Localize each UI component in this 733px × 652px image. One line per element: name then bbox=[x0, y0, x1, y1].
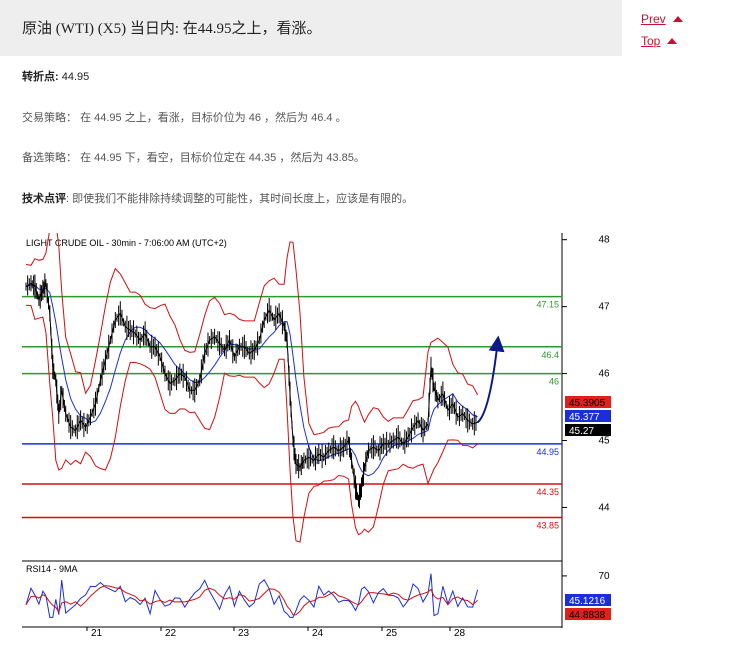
pivot-label: 转折点: bbox=[22, 71, 59, 83]
rsi-title: RSI14 - 9MA bbox=[26, 564, 78, 574]
y-tick-label: 46 bbox=[598, 369, 610, 380]
comment-text: : 即使我们不能排除持续调整的可能性，其时间长度上，应该是有限的。 bbox=[66, 193, 414, 205]
rsi-ma-line bbox=[25, 585, 478, 616]
chart-title: LIGHT CRUDE OIL - 30min - 7:06:00 AM (UT… bbox=[26, 238, 227, 248]
pivot-line: 转折点: 44.95 bbox=[22, 68, 89, 84]
level-label: 47.15 bbox=[536, 300, 559, 310]
x-tick-label: 25 bbox=[386, 628, 398, 638]
y-tick-label: 47 bbox=[598, 302, 610, 313]
rsi-label-text: 44.8838 bbox=[569, 610, 606, 621]
triangle-up-icon bbox=[672, 16, 683, 22]
x-tick-label: 23 bbox=[238, 628, 250, 638]
x-tick-label: 21 bbox=[91, 628, 103, 638]
x-tick-label: 24 bbox=[312, 628, 324, 638]
level-label: 44.35 bbox=[536, 487, 559, 497]
pivot-value: 44.95 bbox=[61, 71, 90, 83]
level-label: 43.85 bbox=[536, 520, 559, 530]
prev-label[interactable]: Prev bbox=[641, 12, 666, 26]
chart-svg: LIGHT CRUDE OIL - 30min - 7:06:00 AM (UT… bbox=[22, 220, 611, 639]
prev-link[interactable]: Prev bbox=[641, 12, 683, 26]
y-tick-label: 48 bbox=[598, 235, 610, 246]
rsi-line bbox=[25, 573, 479, 618]
level-label: 46.4 bbox=[541, 350, 559, 360]
rsi-tick-label: 70 bbox=[598, 571, 610, 582]
y-tick-label: 45 bbox=[598, 436, 610, 447]
x-tick-label: 22 bbox=[165, 628, 177, 638]
price-label-text: 45.3905 bbox=[569, 398, 606, 409]
y-tick-label: 44 bbox=[598, 502, 610, 513]
alt-label: 备选策略： bbox=[22, 152, 77, 164]
strategy-line: 交易策略： 在 44.95 之上，看涨，目标价位为 46 ，然后为 46.4 。 bbox=[22, 109, 347, 125]
triangle-up-icon bbox=[667, 38, 678, 44]
alt-strategy-line: 备选策略： 在 44.95 下，看空，目标价位定在 44.35 ，然后为 43.… bbox=[22, 149, 365, 165]
top-label[interactable]: Top bbox=[641, 34, 660, 48]
price-label-text: 45.377 bbox=[569, 412, 600, 423]
alt-text: 在 44.95 下，看空，目标价位定在 44.35 ，然后为 43.85。 bbox=[80, 152, 365, 164]
page-title: 原油 (WTI) (X5) 当日内: 在44.95之上，看涨。 bbox=[22, 21, 322, 37]
price-label-text: 45.27 bbox=[569, 426, 594, 437]
price-plot-area bbox=[22, 233, 562, 565]
top-link[interactable]: Top bbox=[641, 34, 678, 48]
x-tick-label: 28 bbox=[454, 628, 466, 638]
price-chart: LIGHT CRUDE OIL - 30min - 7:06:00 AM (UT… bbox=[22, 220, 616, 643]
strategy-label: 交易策略： bbox=[22, 112, 77, 124]
comment-line: 技术点评: 即使我们不能排除持续调整的可能性，其时间长度上，应该是有限的。 bbox=[22, 190, 413, 206]
comment-label: 技术点评 bbox=[22, 193, 66, 205]
header-bar: 原油 (WTI) (X5) 当日内: 在44.95之上，看涨。 bbox=[0, 0, 622, 56]
strategy-text: 在 44.95 之上，看涨，目标价位为 46 ，然后为 46.4 。 bbox=[80, 112, 347, 124]
rsi-label-text: 45.1216 bbox=[569, 596, 606, 607]
level-label: 46 bbox=[549, 377, 559, 387]
level-label: 44.95 bbox=[536, 447, 559, 457]
